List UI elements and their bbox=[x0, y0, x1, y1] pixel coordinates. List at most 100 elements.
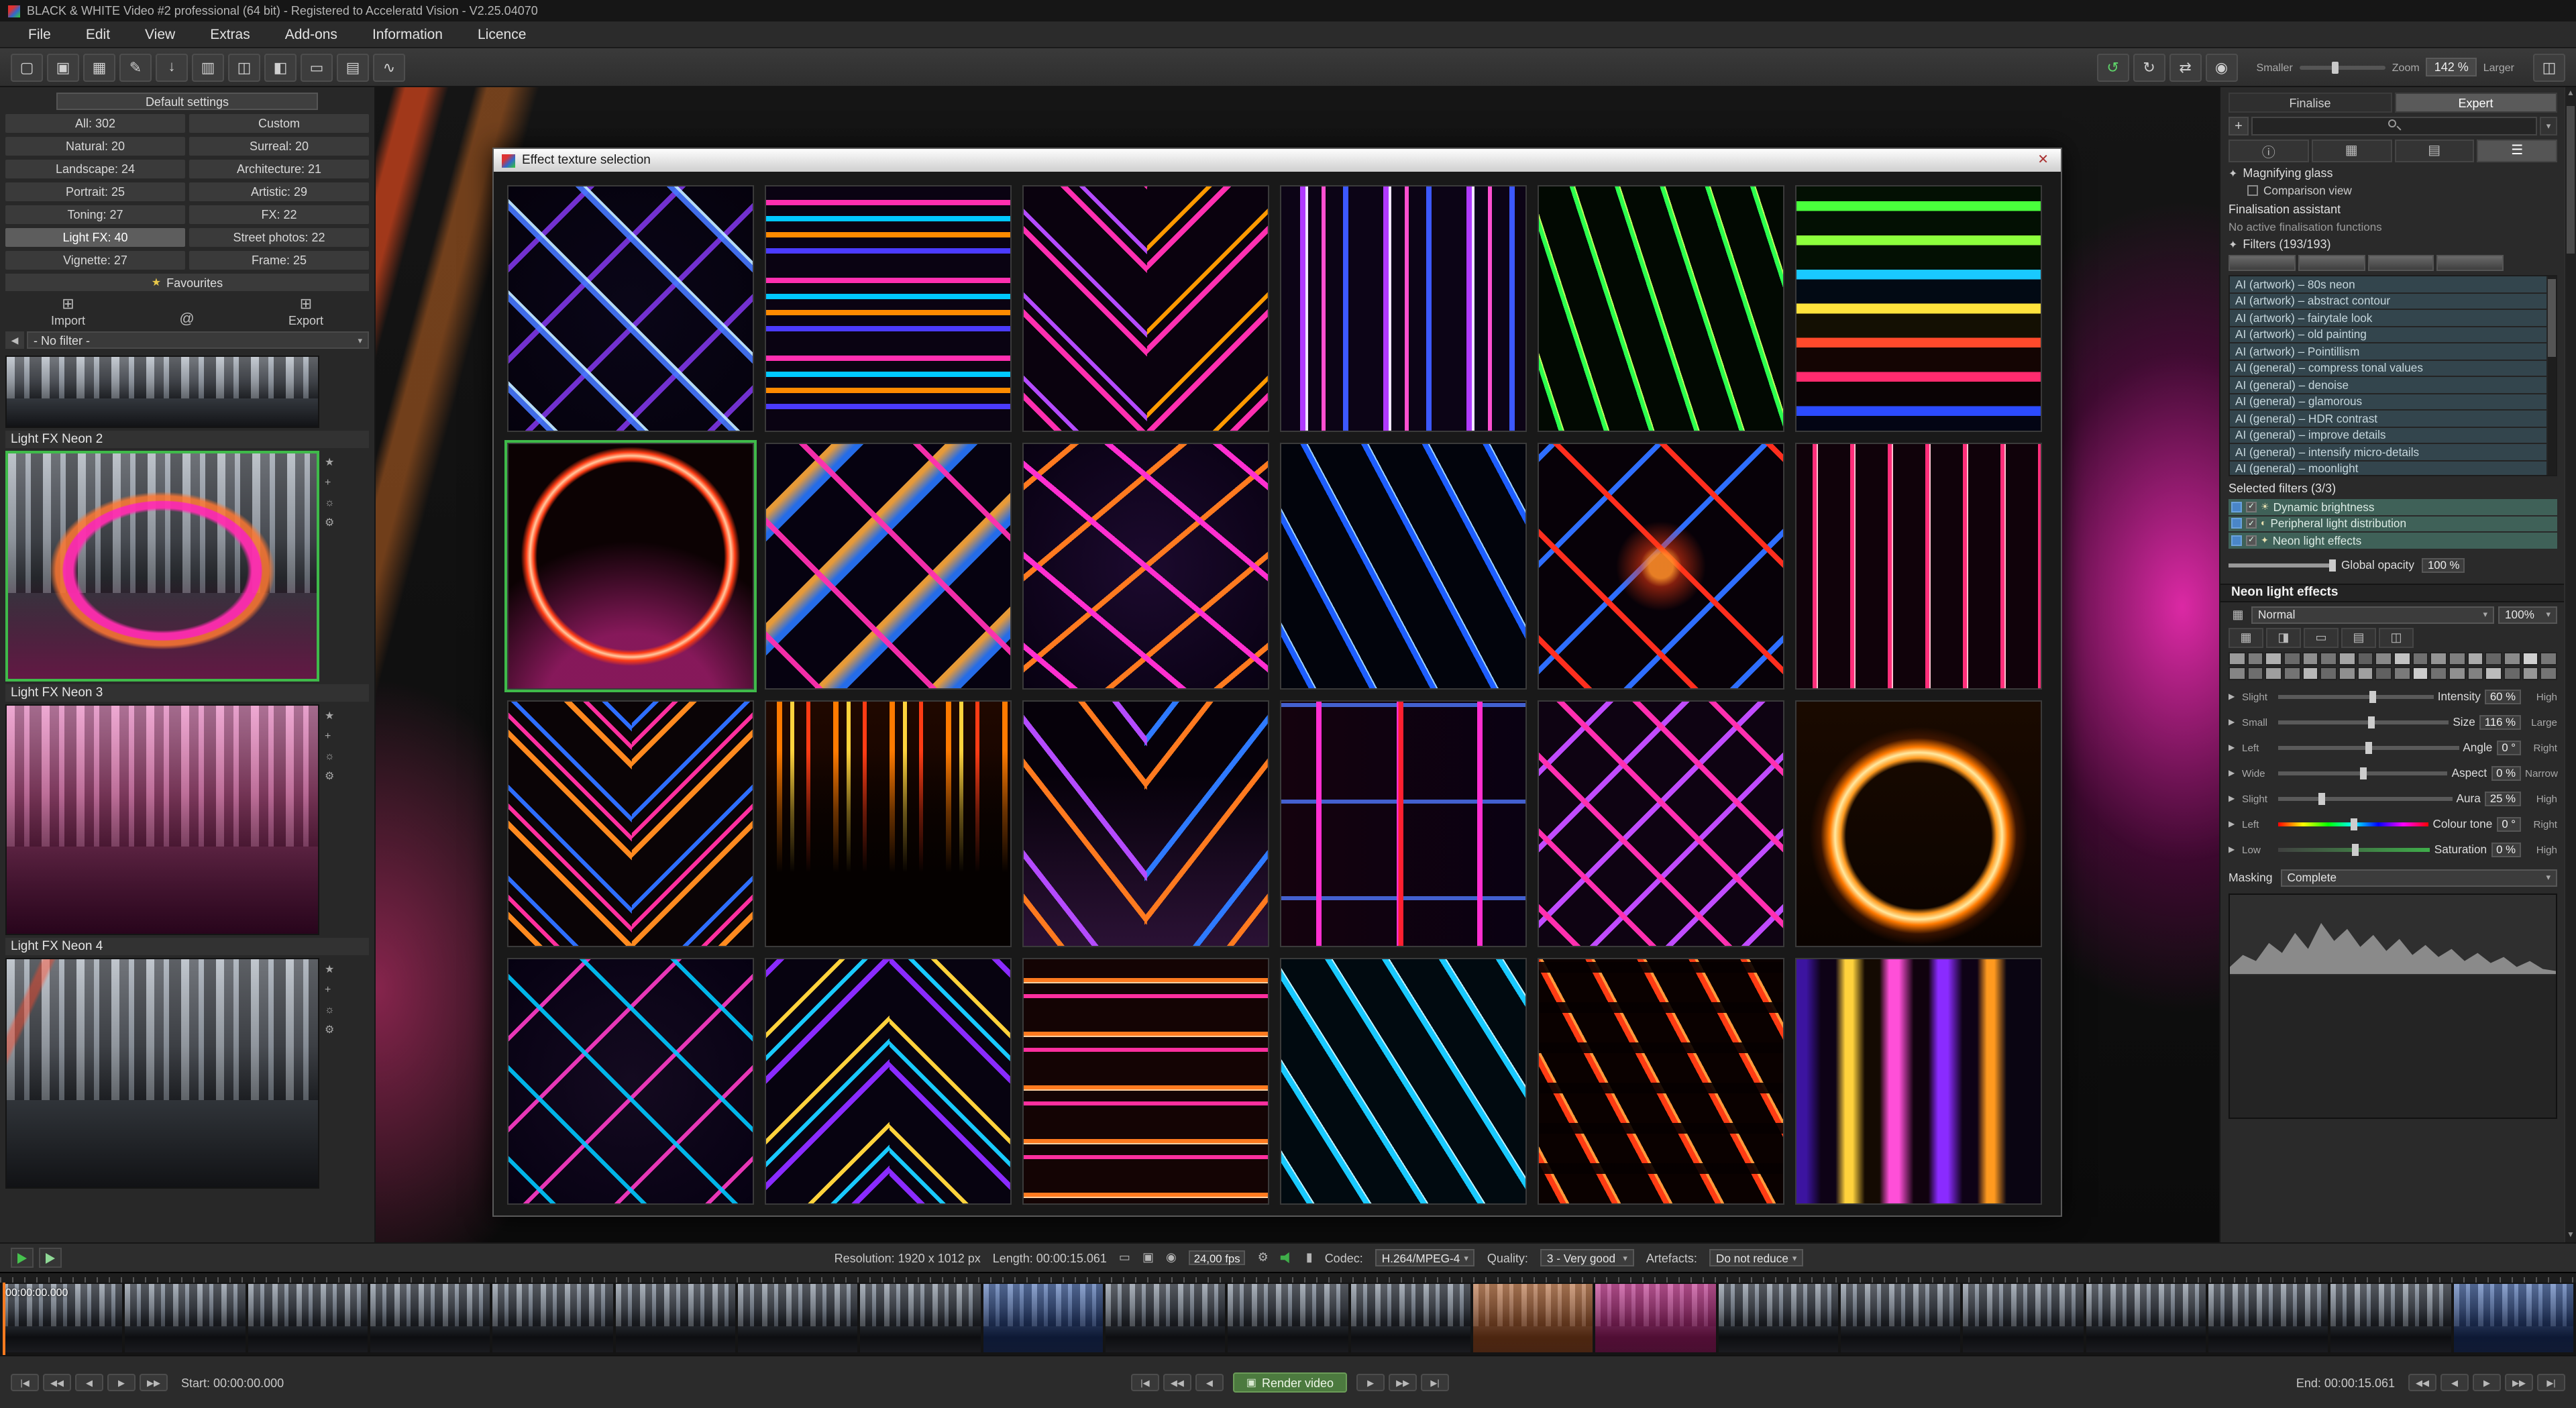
slider-handle[interactable] bbox=[2319, 792, 2326, 804]
filter-enabled-icon[interactable] bbox=[2231, 535, 2242, 546]
category-toning-27[interactable]: Toning: 27 bbox=[5, 205, 185, 224]
waveform-icon[interactable]: ∿ bbox=[373, 53, 405, 81]
zoom-value[interactable]: 142 % bbox=[2426, 58, 2477, 76]
filter-item-ai-artwork-pointillism[interactable]: AI (artwork) – Pointillism bbox=[2230, 343, 2546, 359]
effect-variant-swatch[interactable] bbox=[2265, 651, 2282, 665]
slider-aspect-track[interactable] bbox=[2278, 771, 2448, 775]
effect-variant-swatch[interactable] bbox=[2412, 666, 2428, 680]
effect-variant-swatch[interactable] bbox=[2339, 666, 2355, 680]
pattern-icon[interactable]: ▭ bbox=[2304, 627, 2339, 647]
playhead-marker[interactable] bbox=[3, 1283, 5, 1355]
effect-variant-swatch[interactable] bbox=[2485, 651, 2502, 665]
favourite-icon[interactable]: ★ bbox=[325, 963, 335, 975]
slider-handle[interactable] bbox=[2360, 767, 2367, 779]
add-icon[interactable]: + bbox=[325, 983, 335, 995]
expander-icon[interactable]: ▶ bbox=[2229, 819, 2238, 828]
texture-hexagon-orange[interactable] bbox=[507, 443, 754, 690]
film-frame[interactable] bbox=[2208, 1284, 2328, 1352]
save-icon[interactable]: ↓ bbox=[156, 53, 188, 81]
texture-cross-magenta-orange[interactable] bbox=[1022, 443, 1269, 690]
menu-information[interactable]: Information bbox=[355, 23, 460, 45]
texture-vertical-glow-bars[interactable] bbox=[1795, 958, 2042, 1205]
transport-button[interactable]: ◀◀ bbox=[2408, 1374, 2436, 1391]
category-portrait-25[interactable]: Portrait: 25 bbox=[5, 182, 185, 201]
effect-variant-swatch[interactable] bbox=[2522, 666, 2538, 680]
zoom-slider-handle[interactable] bbox=[2332, 61, 2339, 73]
film-frame[interactable] bbox=[493, 1284, 613, 1352]
texture-zigzag-pink[interactable] bbox=[1538, 700, 1784, 947]
lines-icon[interactable]: ▤ bbox=[2341, 627, 2376, 647]
add-icon[interactable]: + bbox=[325, 730, 335, 742]
transport-button[interactable]: ▶ bbox=[107, 1374, 136, 1391]
effect-variant-swatch[interactable] bbox=[2302, 666, 2318, 680]
scroll-down-icon[interactable]: ▼ bbox=[2565, 1232, 2576, 1240]
effect-variant-swatch[interactable] bbox=[2247, 666, 2263, 680]
film-frame[interactable] bbox=[1106, 1284, 1226, 1352]
film-frame[interactable] bbox=[1718, 1284, 1838, 1352]
filter-item-ai-general-compress-tonal-values[interactable]: AI (general) – compress tonal values bbox=[2230, 360, 2546, 376]
selected-filter-peripheral-light-distribution[interactable]: ✓◐Peripheral light distribution bbox=[2229, 516, 2557, 531]
effect-variant-swatch[interactable] bbox=[2449, 651, 2465, 665]
play-preview-button[interactable] bbox=[39, 1248, 62, 1268]
category-street-photos-22[interactable]: Street photos: 22 bbox=[189, 228, 369, 247]
tab-presets[interactable]: ▤ bbox=[2394, 140, 2475, 162]
effect-variant-swatch[interactable] bbox=[2302, 651, 2318, 665]
slider-handle[interactable] bbox=[2351, 843, 2358, 855]
texture-red-diagonal-segments[interactable] bbox=[1538, 958, 1784, 1205]
direction-icon[interactable]: ◨ bbox=[2266, 627, 2301, 647]
filter-item-ai-general-denoise[interactable]: AI (general) – denoise bbox=[2230, 377, 2546, 392]
tab-finalise[interactable]: Finalise bbox=[2229, 93, 2392, 113]
favourite-icon[interactable]: ★ bbox=[325, 456, 335, 468]
slider-value[interactable]: 0 ° bbox=[2496, 816, 2521, 831]
film-frame[interactable] bbox=[125, 1284, 246, 1352]
settings-gear-icon[interactable]: ⚙ bbox=[1258, 1250, 1269, 1265]
menu-view[interactable]: View bbox=[127, 23, 193, 45]
favourite-icon[interactable]: ★ bbox=[325, 710, 335, 722]
transport-button[interactable]: ◀ bbox=[1195, 1374, 1224, 1391]
window-icon[interactable]: ◫ bbox=[2379, 627, 2414, 647]
effect-variant-swatch[interactable] bbox=[2485, 666, 2502, 680]
effect-variant-swatch[interactable] bbox=[2375, 666, 2392, 680]
layout-panels-icon[interactable]: ◫ bbox=[2533, 53, 2565, 81]
timeline-ruler[interactable] bbox=[0, 1273, 2576, 1283]
film-frame[interactable] bbox=[2330, 1284, 2451, 1352]
texture-chevron-purple-cyan[interactable] bbox=[765, 958, 1012, 1205]
slider-handle[interactable] bbox=[2329, 559, 2336, 571]
filter-preview-tab[interactable] bbox=[2229, 255, 2296, 271]
category-natural-20[interactable]: Natural: 20 bbox=[5, 137, 185, 156]
effect-variant-swatch[interactable] bbox=[2357, 651, 2373, 665]
film-frame[interactable] bbox=[1596, 1284, 1716, 1352]
render-video-button[interactable]: ▣ Render video bbox=[1233, 1372, 1347, 1393]
effect-variant-swatch[interactable] bbox=[2449, 666, 2465, 680]
film-frame[interactable] bbox=[1350, 1284, 1470, 1352]
export-button[interactable]: ⊞ Export bbox=[288, 298, 323, 327]
dialog-close-button[interactable]: ✕ bbox=[2033, 153, 2053, 168]
filter-check-icon[interactable]: ✓ bbox=[2246, 502, 2257, 512]
variants-icon[interactable]: ☼ bbox=[325, 496, 335, 508]
audio-speaker-icon[interactable] bbox=[1281, 1252, 1294, 1264]
slider-value[interactable]: 0 % bbox=[2491, 765, 2521, 780]
film-frame[interactable] bbox=[2453, 1284, 2573, 1352]
expander-icon[interactable]: ▶ bbox=[2229, 692, 2238, 701]
transport-button[interactable]: ▶▶ bbox=[2505, 1374, 2533, 1391]
export-frame-icon[interactable]: ◧ bbox=[264, 53, 297, 81]
film-frame[interactable] bbox=[1473, 1284, 1593, 1352]
dual-view-icon[interactable]: ▣ bbox=[1142, 1250, 1154, 1265]
effect-variant-swatch[interactable] bbox=[2412, 651, 2428, 665]
category-fx-22[interactable]: FX: 22 bbox=[189, 205, 369, 224]
preset-thumbnail-light-fx-neon-2[interactable] bbox=[5, 451, 319, 682]
preset-settings-icon[interactable]: ⚙ bbox=[325, 517, 335, 529]
texture-triangle-purple-orange[interactable] bbox=[1022, 700, 1269, 947]
slider-saturation-track[interactable] bbox=[2278, 847, 2430, 851]
video-clip-icon[interactable]: ▦ bbox=[83, 53, 115, 81]
filters-section[interactable]: ✦ Filters (193/193) bbox=[2229, 237, 2557, 251]
texture-grid-icon[interactable]: ▦ bbox=[2229, 627, 2263, 647]
slider-value[interactable]: 0 % bbox=[2491, 842, 2521, 857]
monitor-icon[interactable]: ▭ bbox=[301, 53, 333, 81]
quality-select[interactable]: 3 - Very good ▾ bbox=[1540, 1249, 1634, 1266]
tab-preview[interactable]: ▦ bbox=[2312, 140, 2392, 162]
effect-variant-swatch[interactable] bbox=[2339, 651, 2355, 665]
texture-ring-orange[interactable] bbox=[1795, 700, 2042, 947]
filter-preview-tab[interactable] bbox=[2298, 255, 2365, 271]
texture-rainbow-bars[interactable] bbox=[1795, 185, 2042, 432]
